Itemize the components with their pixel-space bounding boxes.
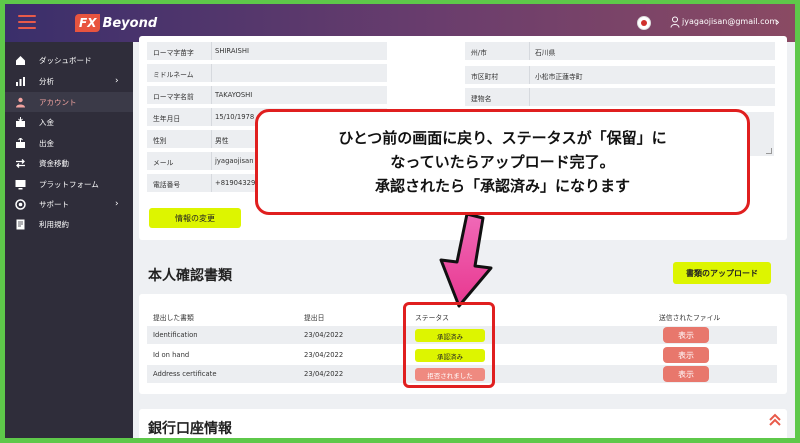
sidebar-item-analysis[interactable]: 分析 › <box>5 71 133 91</box>
japan-flag-icon[interactable] <box>637 16 651 30</box>
app-window: FX Beyond jyagaojisan@gmail.com › ダッシュボー… <box>5 4 795 438</box>
sidebar-item-terms[interactable]: 利用規約 <box>5 214 133 234</box>
upload-documents-button[interactable]: 書類のアップロード <box>673 262 771 284</box>
sidebar-item-label: サポート <box>39 199 69 209</box>
profile-row: ミドルネーム <box>147 64 387 82</box>
document-icon <box>16 219 25 229</box>
chevron-right-icon: › <box>115 76 119 86</box>
field-value: 15/10/1978 <box>215 113 255 121</box>
field-label: 市区町村 <box>471 73 499 81</box>
field-value: SHIRAISHI <box>215 47 249 55</box>
withdraw-icon <box>16 137 25 148</box>
sidebar-item-dashboard[interactable]: ダッシュボード <box>5 50 133 70</box>
document-name: Id on hand <box>153 351 190 359</box>
field-label: 建物名 <box>471 95 492 103</box>
sidebar-item-label: 資金移動 <box>39 158 69 168</box>
profile-row: ローマ字名前 TAKAYOSHI <box>147 86 387 104</box>
sidebar: ダッシュボード 分析 › アカウント 入金 出金 資金移動 プラットフォーム サ… <box>5 42 133 438</box>
field-label: 性別 <box>153 137 167 145</box>
field-value: jyagaojisan <box>215 157 254 165</box>
sidebar-item-deposit[interactable]: 入金 <box>5 112 133 132</box>
field-value: +81904329 <box>215 179 256 187</box>
support-icon <box>15 198 26 210</box>
callout-line: なっていたらアップロード完了。 <box>390 153 615 171</box>
menu-icon[interactable] <box>18 15 36 29</box>
sidebar-item-label: プラットフォーム <box>39 179 99 189</box>
profile-row: 市区町村 小松市正蓮寺町 <box>465 66 775 84</box>
scroll-to-top-icon[interactable] <box>768 413 782 427</box>
callout-line: ひとつ前の画面に戻り、ステータスが「保留」に <box>338 129 667 147</box>
sidebar-item-platform[interactable]: プラットフォーム <box>5 174 133 194</box>
chart-icon <box>16 76 25 86</box>
sidebar-item-label: ダッシュボード <box>39 55 92 65</box>
sidebar-item-withdraw[interactable]: 出金 <box>5 133 133 153</box>
document-name: Address certificate <box>153 370 217 378</box>
document-name: Identification <box>153 331 198 339</box>
sidebar-item-label: アカウント <box>39 97 77 107</box>
field-label: 生年月日 <box>153 115 181 123</box>
field-label: ローマ字名前 <box>153 93 194 101</box>
monitor-icon <box>15 179 26 189</box>
view-file-button[interactable]: 表示 <box>663 366 709 382</box>
view-file-button[interactable]: 表示 <box>663 327 709 343</box>
transfer-icon <box>16 158 25 168</box>
field-label: ミドルネーム <box>153 71 194 79</box>
profile-row: ローマ字苗字 SHIRAISHI <box>147 42 387 60</box>
sidebar-item-account[interactable]: アカウント <box>5 92 133 112</box>
field-label: メール <box>153 159 174 167</box>
column-header-file: 送信されたファイル <box>659 314 721 322</box>
user-icon <box>670 16 680 28</box>
field-value: 男性 <box>215 137 229 145</box>
deposit-icon <box>16 116 25 127</box>
chevron-right-icon: › <box>115 199 119 209</box>
chevron-right-icon[interactable]: › <box>775 15 780 29</box>
view-file-button[interactable]: 表示 <box>663 347 709 363</box>
bank-info-title: 銀行口座情報 <box>148 421 232 437</box>
field-value: 小松市正蓮寺町 <box>535 73 583 81</box>
documents-title: 本人確認書類 <box>148 268 232 284</box>
field-value: 石川県 <box>535 49 556 57</box>
callout-line: 承認されたら「承認済み」になります <box>374 177 630 195</box>
field-label: 電話番号 <box>153 181 181 189</box>
instruction-callout: ひとつ前の画面に戻り、ステータスが「保留」に なっていたらアップロード完了。 承… <box>255 109 750 215</box>
sidebar-item-transfer[interactable]: 資金移動 <box>5 153 133 173</box>
edit-info-button[interactable]: 情報の変更 <box>149 208 241 228</box>
sidebar-item-label: 入金 <box>39 117 54 127</box>
column-header-document: 提出した書類 <box>153 314 194 322</box>
sidebar-item-label: 利用規約 <box>39 219 69 229</box>
profile-row: 州/市 石川県 <box>465 42 775 60</box>
submit-date: 23/04/2022 <box>304 351 344 359</box>
sidebar-item-label: 分析 <box>39 76 54 86</box>
submit-date: 23/04/2022 <box>304 370 344 378</box>
home-icon <box>16 55 25 65</box>
status-highlight-box <box>403 302 495 388</box>
profile-row: 建物名 <box>465 88 775 106</box>
resize-handle-icon[interactable] <box>766 148 772 154</box>
submit-date: 23/04/2022 <box>304 331 344 339</box>
field-label: ローマ字苗字 <box>153 49 194 57</box>
sidebar-item-label: 出金 <box>39 138 54 148</box>
field-label: 州/市 <box>471 49 487 57</box>
sidebar-item-support[interactable]: サポート › <box>5 194 133 214</box>
pointer-arrow-icon <box>439 212 493 308</box>
user-email[interactable]: jyagaojisan@gmail.com <box>682 17 777 26</box>
app-logo[interactable]: FX Beyond <box>75 12 157 34</box>
logo-text: Beyond <box>102 15 158 31</box>
field-value: TAKAYOSHI <box>215 91 253 99</box>
user-group-icon <box>16 97 25 107</box>
logo-fx: FX <box>75 14 101 32</box>
bank-card <box>139 409 787 438</box>
column-header-date: 提出日 <box>304 314 325 322</box>
